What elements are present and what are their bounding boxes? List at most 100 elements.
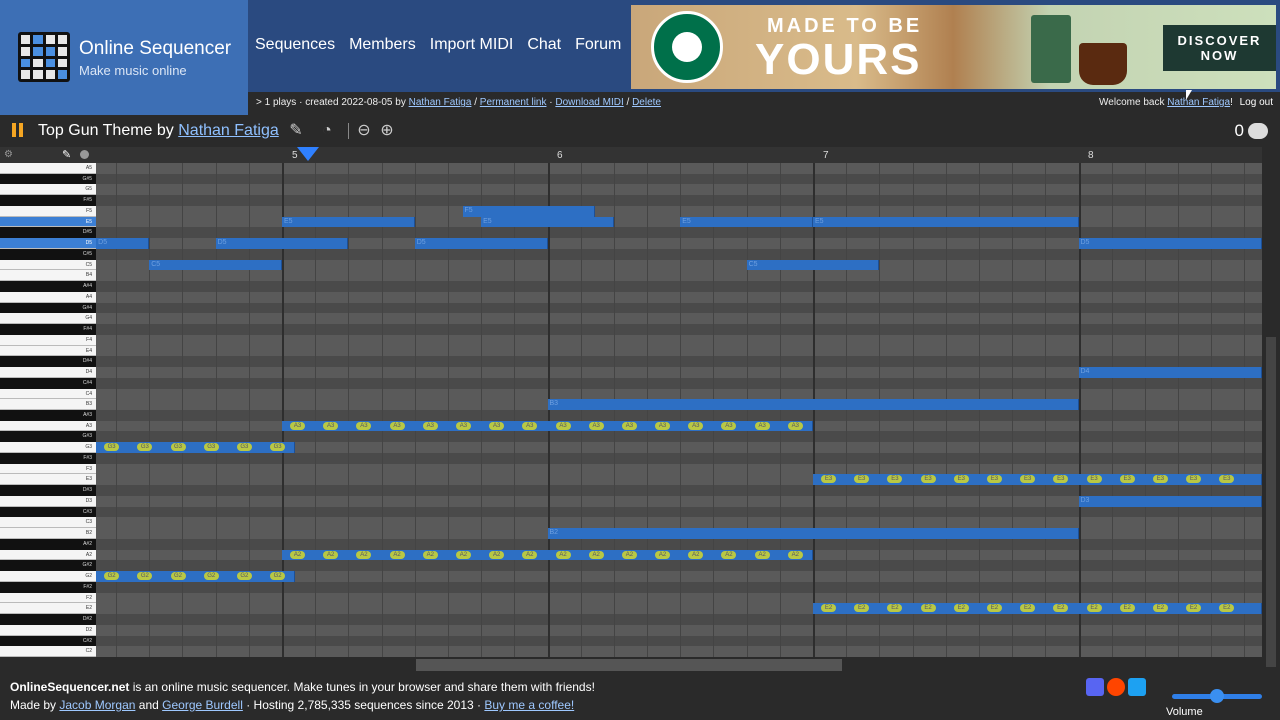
pause-icon[interactable] bbox=[11, 123, 25, 137]
short-note[interactable]: A3 bbox=[489, 421, 505, 430]
piano-key[interactable]: C#4 bbox=[0, 377, 96, 389]
short-note[interactable]: G3 bbox=[104, 443, 120, 452]
piano-key[interactable]: A5 bbox=[0, 163, 96, 174]
short-note[interactable]: E3 bbox=[1086, 475, 1102, 484]
piano-key[interactable]: G2 bbox=[0, 571, 96, 582]
short-note[interactable]: A2 bbox=[455, 550, 471, 559]
short-note[interactable]: A2 bbox=[721, 550, 737, 559]
site-logo[interactable]: Online Sequencer Make music online bbox=[0, 0, 248, 115]
song-author-link[interactable]: Nathan Fatiga bbox=[178, 122, 279, 139]
note-block[interactable]: D4 bbox=[1078, 367, 1262, 378]
note-block[interactable]: E5 bbox=[481, 216, 614, 228]
piano-key[interactable]: A#3 bbox=[0, 410, 96, 421]
volume-slider-thumb[interactable] bbox=[1210, 689, 1224, 703]
short-note[interactable]: A3 bbox=[555, 421, 571, 430]
short-note[interactable]: E2 bbox=[821, 604, 836, 613]
short-note[interactable]: A2 bbox=[787, 550, 803, 559]
short-note[interactable]: A3 bbox=[721, 421, 737, 430]
piano-key[interactable]: B3 bbox=[0, 399, 96, 410]
piano-key[interactable]: D#5 bbox=[0, 227, 96, 239]
short-note[interactable]: A3 bbox=[655, 421, 671, 430]
short-note[interactable]: E3 bbox=[887, 475, 903, 484]
speed-icon[interactable]: ◔ bbox=[318, 122, 336, 140]
note-block[interactable]: D5 bbox=[1078, 238, 1262, 249]
short-note[interactable]: A3 bbox=[754, 421, 770, 430]
note-block[interactable]: E5 bbox=[282, 216, 415, 228]
short-note[interactable]: A2 bbox=[621, 550, 637, 559]
short-note[interactable]: E2 bbox=[1219, 604, 1235, 613]
expand-chevron-icon[interactable]: > bbox=[256, 97, 262, 108]
note-block[interactable]: B2 bbox=[547, 528, 1079, 539]
download-midi-link[interactable]: Download MIDI bbox=[555, 97, 623, 108]
piano-key[interactable]: C#3 bbox=[0, 506, 96, 518]
piano-key[interactable]: D5 bbox=[0, 238, 96, 249]
short-note[interactable]: A3 bbox=[290, 421, 305, 430]
short-note[interactable]: G2 bbox=[236, 572, 252, 581]
piano-key[interactable]: D3 bbox=[0, 495, 96, 507]
piano-key[interactable]: G#4 bbox=[0, 302, 96, 314]
discord-icon[interactable] bbox=[1086, 678, 1104, 696]
note-grid[interactable]: F5 E5 E5 E5 E5 D5 D5 D5 D5 C5 C5 D4 B3 D3 B2 G3 G3 G3 G3 G3… bbox=[96, 163, 1262, 657]
piano-key[interactable]: D#4 bbox=[0, 356, 96, 368]
short-note[interactable]: A3 bbox=[688, 421, 704, 430]
nav-members[interactable]: Members bbox=[342, 36, 423, 54]
short-note[interactable]: G2 bbox=[270, 572, 286, 581]
short-note[interactable]: E2 bbox=[1086, 604, 1102, 613]
ad-discover-button[interactable]: DISCOVER NOW bbox=[1163, 25, 1276, 71]
short-note[interactable]: A3 bbox=[522, 421, 538, 430]
piano-key[interactable]: G3 bbox=[0, 442, 96, 453]
short-note[interactable]: E3 bbox=[821, 475, 836, 484]
piano-key[interactable]: E3 bbox=[0, 474, 96, 486]
horizontal-scrollbar[interactable] bbox=[96, 657, 1262, 673]
horizontal-scroll-thumb[interactable] bbox=[416, 659, 842, 671]
short-note[interactable]: G3 bbox=[236, 443, 252, 452]
short-note[interactable]: A2 bbox=[489, 550, 505, 559]
footer-dev1-link[interactable]: Jacob Morgan bbox=[59, 698, 135, 712]
advertisement-banner[interactable]: MADE TO BE YOURS DISCOVER NOW bbox=[631, 5, 1276, 89]
short-note[interactable]: E2 bbox=[920, 604, 936, 613]
logout-link[interactable]: Log out bbox=[1240, 97, 1273, 108]
nav-chat[interactable]: Chat bbox=[520, 36, 568, 54]
piano-key[interactable]: F#2 bbox=[0, 581, 96, 593]
note-block[interactable]: E5 bbox=[680, 216, 813, 228]
short-note[interactable]: A2 bbox=[688, 550, 704, 559]
note-block[interactable]: D5 bbox=[215, 238, 349, 249]
piano-key[interactable]: C#2 bbox=[0, 635, 96, 647]
short-note[interactable]: G3 bbox=[203, 443, 219, 452]
author-link[interactable]: Nathan Fatiga bbox=[409, 97, 472, 108]
short-note[interactable]: A3 bbox=[621, 421, 637, 430]
short-note[interactable]: G2 bbox=[137, 572, 153, 581]
note-block[interactable]: D5 bbox=[414, 238, 548, 249]
twitter-icon[interactable] bbox=[1128, 678, 1146, 696]
piano-key[interactable]: C#5 bbox=[0, 248, 96, 260]
note-block[interactable]: D3 bbox=[1078, 495, 1262, 507]
vertical-scrollbar[interactable] bbox=[1262, 147, 1280, 673]
piano-key[interactable]: C4 bbox=[0, 388, 96, 400]
short-note[interactable]: A2 bbox=[389, 550, 405, 559]
piano-key[interactable]: G5 bbox=[0, 184, 96, 196]
short-note[interactable]: E3 bbox=[1020, 475, 1036, 484]
short-note[interactable]: G3 bbox=[137, 443, 153, 452]
buy-coffee-link[interactable]: Buy me a coffee! bbox=[484, 698, 574, 712]
short-note[interactable]: G3 bbox=[170, 443, 186, 452]
note-block[interactable]: C5 bbox=[746, 259, 880, 271]
short-note[interactable]: E3 bbox=[920, 475, 936, 484]
short-note[interactable]: A3 bbox=[356, 421, 372, 430]
piano-key[interactable]: A2 bbox=[0, 549, 96, 561]
piano-key[interactable]: F2 bbox=[0, 592, 96, 604]
short-note[interactable]: E2 bbox=[1152, 604, 1168, 613]
piano-key[interactable]: A4 bbox=[0, 291, 96, 303]
short-note[interactable]: A3 bbox=[455, 421, 471, 430]
note-block[interactable]: F5 bbox=[462, 205, 596, 217]
short-note[interactable]: E2 bbox=[1119, 604, 1135, 613]
piano-key[interactable]: A#2 bbox=[0, 538, 96, 550]
piano-key[interactable]: A#4 bbox=[0, 281, 96, 292]
short-note[interactable]: E2 bbox=[953, 604, 969, 613]
short-note[interactable]: E2 bbox=[986, 604, 1002, 613]
short-note[interactable]: G3 bbox=[270, 443, 286, 452]
piano-key[interactable]: B2 bbox=[0, 528, 96, 539]
piano-key[interactable]: G#2 bbox=[0, 560, 96, 572]
piano-key[interactable]: C2 bbox=[0, 646, 96, 657]
piano-key[interactable]: A3 bbox=[0, 420, 96, 432]
short-note[interactable]: A3 bbox=[787, 421, 803, 430]
